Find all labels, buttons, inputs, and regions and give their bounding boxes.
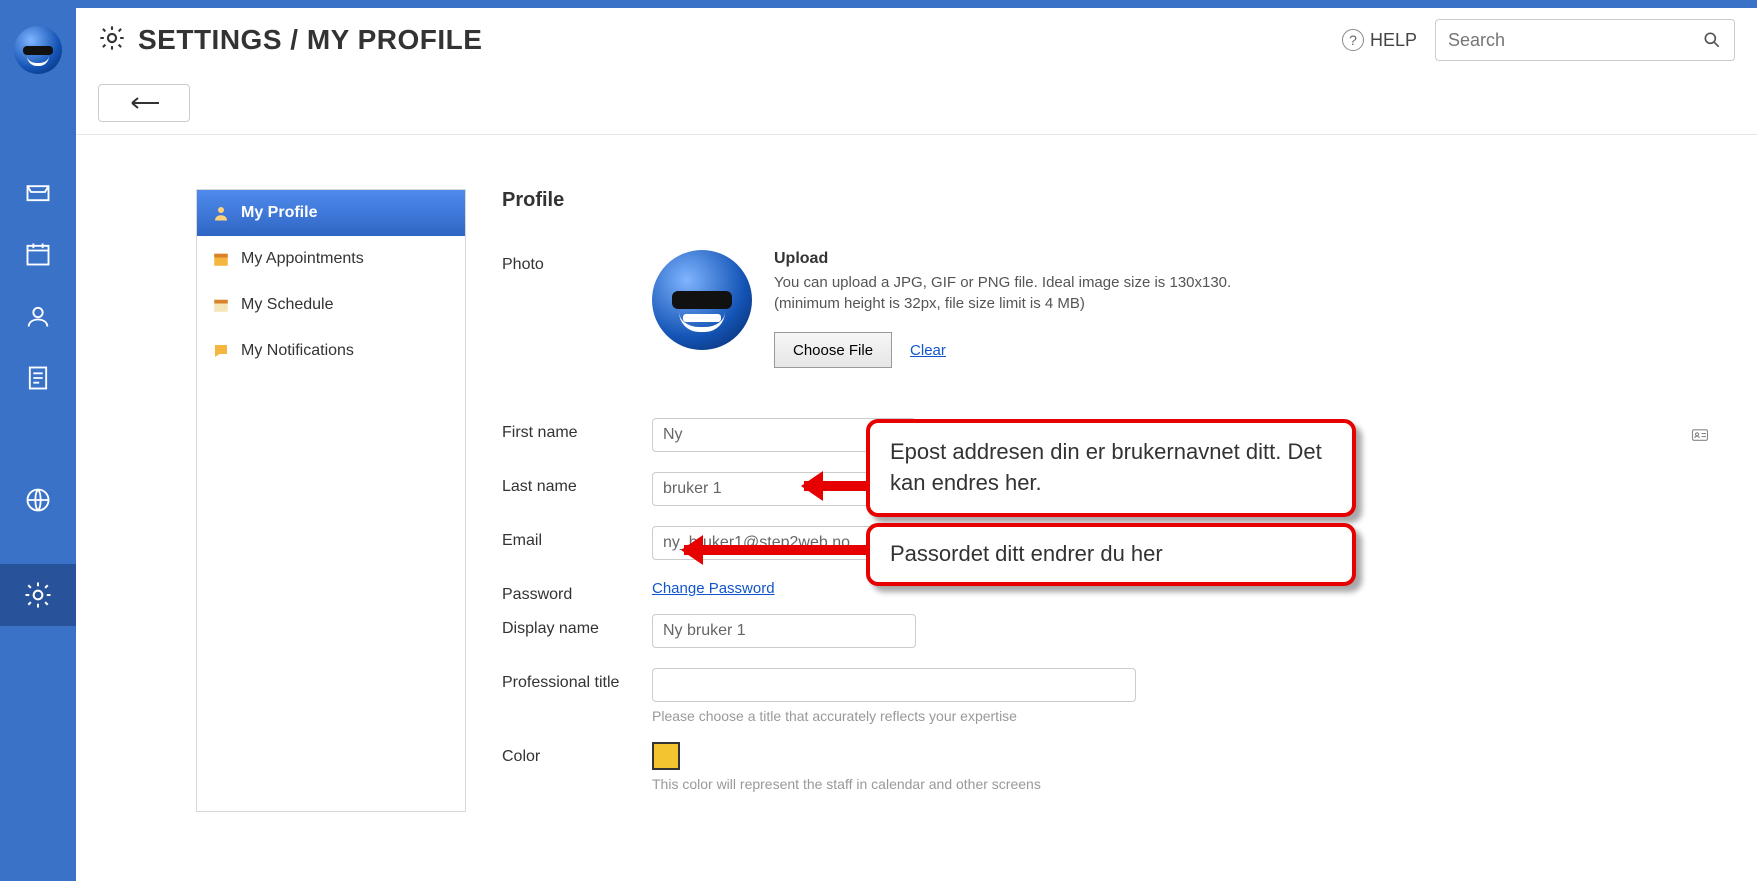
page-title: SETTINGS / MY PROFILE bbox=[138, 24, 482, 56]
sidebar-item-label: My Appointments bbox=[241, 250, 364, 268]
upload-description-1: You can upload a JPG, GIF or PNG file. I… bbox=[774, 272, 1231, 293]
upload-description-2: (minimum height is 32px, file size limit… bbox=[774, 293, 1231, 314]
document-icon[interactable] bbox=[20, 360, 56, 396]
change-password-link[interactable]: Change Password bbox=[652, 580, 775, 597]
color-hint: This color will represent the staff in c… bbox=[652, 776, 1717, 792]
contacts-icon[interactable] bbox=[20, 298, 56, 334]
sidebar-item-my-appointments[interactable]: My Appointments bbox=[197, 236, 465, 282]
color-label: Color bbox=[502, 742, 652, 766]
sidebar-rail bbox=[0, 8, 76, 881]
annotation-password: Passordet ditt endrer du her bbox=[866, 523, 1356, 586]
calendar-icon[interactable] bbox=[20, 236, 56, 272]
calendar-small-icon bbox=[211, 249, 231, 269]
last-name-label: Last name bbox=[502, 472, 652, 496]
annotation-arrow-password bbox=[684, 545, 866, 555]
photo-label: Photo bbox=[502, 250, 652, 274]
prof-title-hint: Please choose a title that accurately re… bbox=[652, 708, 1717, 724]
sidebar-item-label: My Profile bbox=[241, 204, 317, 222]
sidebar-item-my-notifications[interactable]: My Notifications bbox=[197, 328, 465, 374]
choose-file-button[interactable]: Choose File bbox=[774, 332, 892, 368]
side-menu: My Profile My Appointments My Schedule bbox=[196, 189, 466, 812]
profile-photo bbox=[652, 250, 752, 350]
sidebar-item-label: My Notifications bbox=[241, 342, 354, 360]
sidebar-item-my-profile[interactable]: My Profile bbox=[197, 190, 465, 236]
help-label: HELP bbox=[1370, 30, 1417, 51]
prof-title-field[interactable] bbox=[652, 668, 1136, 702]
email-label: Email bbox=[502, 526, 652, 550]
globe-icon[interactable] bbox=[20, 482, 56, 518]
search-box[interactable] bbox=[1435, 19, 1735, 61]
sidebar-item-label: My Schedule bbox=[241, 296, 334, 314]
prof-title-label: Professional title bbox=[502, 668, 652, 692]
section-title: Profile bbox=[502, 189, 1717, 212]
annotation-email: Epost addresen din er brukernavnet ditt.… bbox=[866, 419, 1356, 517]
annotation-arrow-email bbox=[804, 481, 866, 491]
header: SETTINGS / MY PROFILE ? HELP bbox=[76, 8, 1757, 72]
avatar[interactable] bbox=[14, 26, 62, 74]
display-name-field[interactable] bbox=[652, 614, 916, 648]
color-swatch[interactable] bbox=[652, 742, 680, 770]
inbox-icon[interactable] bbox=[20, 174, 56, 210]
password-label: Password bbox=[502, 580, 652, 604]
clear-link[interactable]: Clear bbox=[910, 342, 946, 359]
back-button[interactable] bbox=[98, 84, 190, 122]
top-accent-strip bbox=[0, 0, 1757, 8]
display-name-label: Display name bbox=[502, 614, 652, 638]
sidebar-item-my-schedule[interactable]: My Schedule bbox=[197, 282, 465, 328]
gear-icon bbox=[98, 24, 126, 56]
upload-title: Upload bbox=[774, 250, 1231, 268]
chat-icon bbox=[211, 341, 231, 361]
id-card-icon bbox=[1691, 426, 1709, 444]
search-input[interactable] bbox=[1448, 30, 1702, 51]
person-icon bbox=[211, 203, 231, 223]
schedule-icon bbox=[211, 295, 231, 315]
first-name-label: First name bbox=[502, 418, 652, 442]
help-link[interactable]: ? HELP bbox=[1342, 29, 1417, 51]
settings-icon[interactable] bbox=[0, 564, 76, 626]
search-icon bbox=[1702, 30, 1722, 50]
help-icon: ? bbox=[1342, 29, 1364, 51]
